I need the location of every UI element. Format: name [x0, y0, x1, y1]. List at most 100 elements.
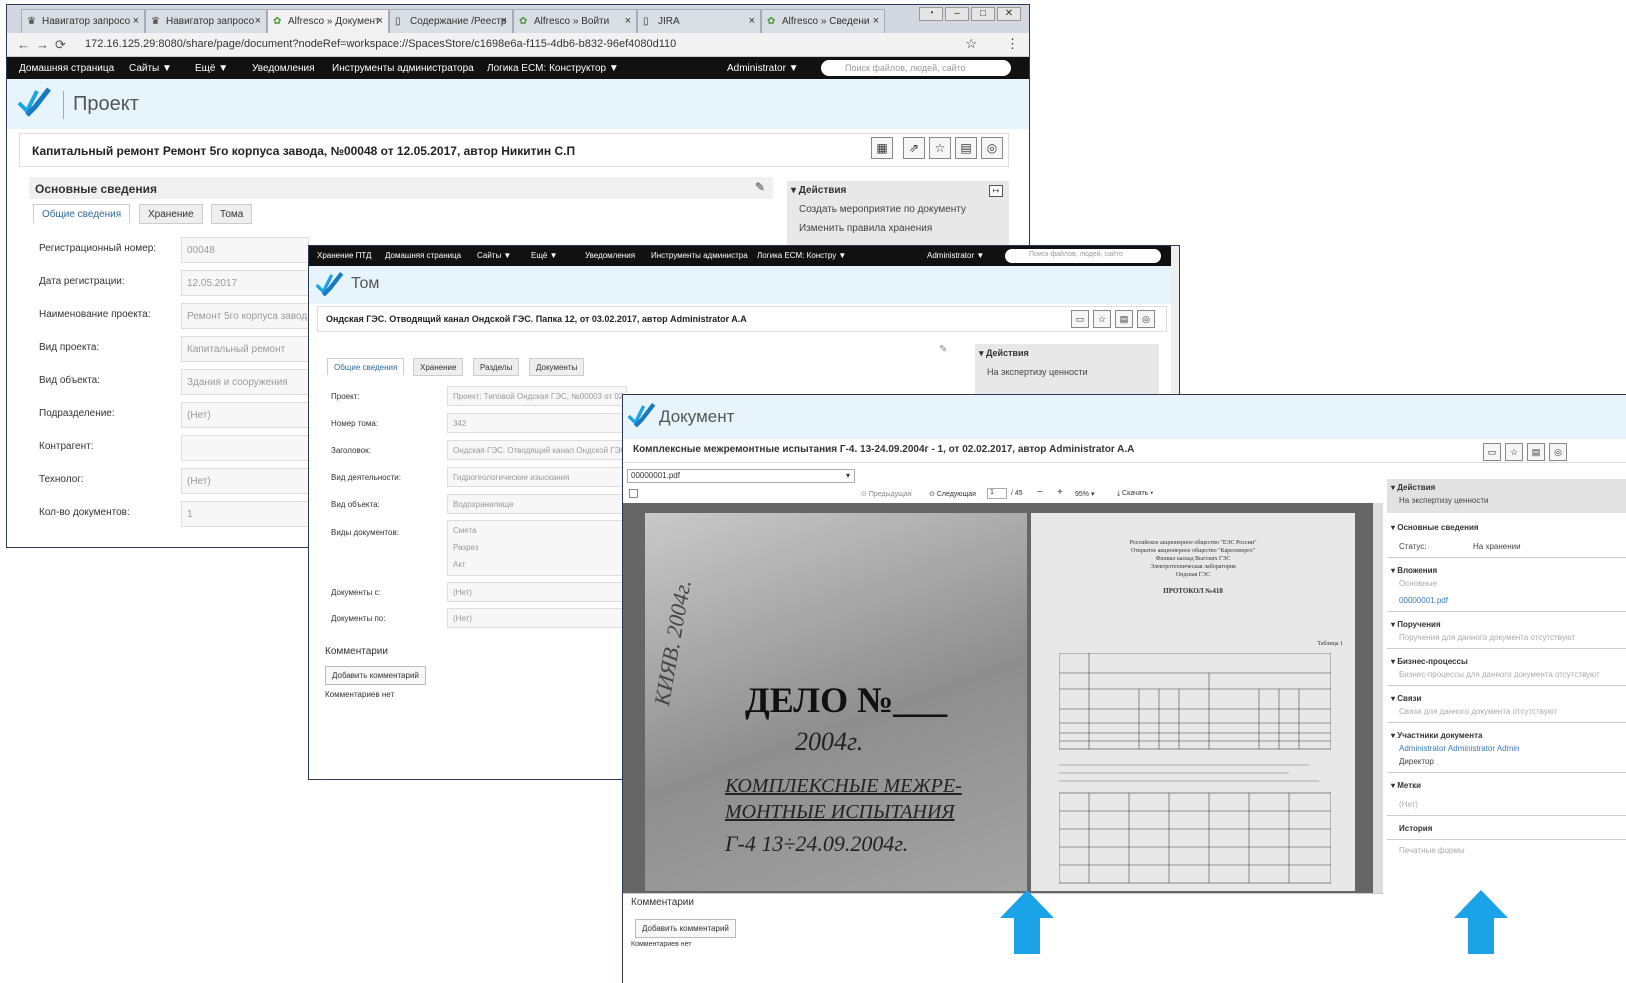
tab-sections[interactable]: Разделы	[473, 358, 520, 376]
tab-general[interactable]: Общие сведения	[33, 204, 131, 224]
add-comment-button[interactable]: Добавить комментарий	[325, 666, 426, 685]
add-comment-button[interactable]: Добавить комментарий	[635, 919, 736, 938]
field-value[interactable]: 12.05.2017	[181, 270, 309, 296]
close-icon[interactable]: ×	[377, 15, 383, 27]
zoom-select[interactable]: 95% ▾	[1075, 490, 1094, 498]
minimize-icon[interactable]: –	[945, 7, 969, 21]
history-header[interactable]: История	[1387, 820, 1626, 835]
pdf-viewer[interactable]: ДЕЛО №___ 2004г. КОМПЛЕКСНЫЕ МЕЖРЕ- МОНТ…	[623, 503, 1383, 893]
participants-header[interactable]: ▾ Участники документа	[1387, 727, 1626, 742]
search-input[interactable]: Поиск файлов, людей, сайто	[1005, 249, 1161, 263]
nav-home[interactable]: Домашняя страница	[385, 251, 461, 260]
links-header[interactable]: ▾ Связи	[1387, 690, 1626, 705]
field-value[interactable]: (Нет)	[447, 608, 627, 628]
layout-icon[interactable]: ▦	[871, 137, 893, 159]
favorite-icon[interactable]: ☆	[1505, 443, 1523, 461]
field-value[interactable]: Водохранилище	[447, 494, 627, 514]
print-forms[interactable]: Печатные формы	[1387, 844, 1626, 857]
nav-storage-ptd[interactable]: Хранение ПТД	[317, 251, 371, 260]
tab-storage[interactable]: Хранение	[413, 358, 464, 376]
browser-tab[interactable]: ▯ JIRA ×	[637, 9, 761, 33]
maximize-icon[interactable]: □	[971, 7, 995, 21]
nav-notifications[interactable]: Уведомления	[252, 63, 315, 74]
document-icon[interactable]: ▤	[955, 137, 977, 159]
close-icon[interactable]: ×	[501, 15, 507, 27]
field-value[interactable]: 1	[181, 501, 309, 527]
layout-icon[interactable]: ▭	[1071, 310, 1089, 328]
browser-tab[interactable]: ✿ Alfresco » Войти ×	[513, 9, 637, 33]
document-icon[interactable]: ▤	[1115, 310, 1133, 328]
field-value[interactable]: Здания и сооружения	[181, 369, 309, 395]
prev-page-button[interactable]: ⊙ Предыдущая	[861, 490, 912, 498]
tab-volumes[interactable]: Тома	[211, 204, 253, 224]
download-button[interactable]: ⤓ Скачать ▾	[1117, 490, 1153, 498]
tags-header[interactable]: ▾ Метки	[1387, 777, 1626, 792]
nav-more[interactable]: Ещё ▼	[531, 251, 558, 260]
action-expertise[interactable]: На экспертизу ценности	[975, 363, 1159, 381]
pencil-icon[interactable]: ✎	[755, 180, 765, 194]
zoom-out-icon[interactable]: −	[1037, 487, 1043, 498]
field-value[interactable]: Ондская ГЭС. Отводящий канал Ондской ГЭС	[447, 440, 627, 460]
close-icon[interactable]: ×	[873, 15, 879, 27]
star-icon[interactable]: ☆	[965, 36, 977, 52]
tab-general[interactable]: Общие сведения	[327, 358, 405, 376]
user-menu[interactable]: Administrator ▼	[927, 251, 984, 260]
user-icon[interactable]: ◔	[919, 7, 943, 21]
collapse-icon[interactable]: ↦	[989, 185, 1003, 197]
browser-tab[interactable]: ▯ Содержание /Реестр ×	[389, 9, 513, 33]
info-header[interactable]: ▾ Основные сведения	[1387, 519, 1626, 534]
action-expertise[interactable]: На экспертизу ценности	[1387, 494, 1626, 507]
nav-sites[interactable]: Сайты ▼	[477, 251, 511, 260]
close-icon[interactable]: ×	[625, 15, 631, 27]
user-menu[interactable]: Administrator ▼	[727, 63, 799, 74]
tasks-header[interactable]: ▾ Поручения	[1387, 616, 1626, 631]
tab-storage[interactable]: Хранение	[139, 204, 203, 224]
nav-arrows-icon[interactable]: ←→⟳	[17, 37, 72, 53]
field-value[interactable]: Проект: Типовой Ондская ГЭС, №00003 от 0…	[447, 386, 627, 406]
next-page-button[interactable]: ⊙ Следующая	[929, 490, 976, 498]
field-value[interactable]: Гидрогеологические изыскания	[447, 467, 627, 487]
field-value[interactable]	[181, 435, 309, 461]
nav-ecm-constructor[interactable]: Логика ECM: Конструктор ▼	[487, 63, 619, 74]
share-icon[interactable]: ⇗	[903, 137, 925, 159]
attachments-header[interactable]: ▾ Вложения	[1387, 562, 1626, 577]
sidebar-toggle-icon[interactable]	[629, 489, 638, 498]
field-value[interactable]: Капитальный ремонт	[181, 336, 309, 362]
attachment-link[interactable]: 00000001.pdf	[1387, 590, 1626, 607]
nav-admin-tools[interactable]: Инструменты администратора	[332, 63, 474, 74]
close-icon[interactable]: ×	[133, 15, 139, 27]
pencil-icon[interactable]: ✎	[939, 344, 947, 355]
nav-more[interactable]: Ещё ▼	[195, 63, 228, 74]
participant-link[interactable]: Administrator Administrator Admin	[1387, 742, 1626, 755]
close-icon[interactable]: ×	[749, 15, 755, 27]
layout-icon[interactable]: ▭	[1483, 443, 1501, 461]
bp-header[interactable]: ▾ Бизнес-процессы	[1387, 653, 1626, 668]
nav-admin-tools[interactable]: Инструменты администра	[651, 251, 748, 260]
action-create-event[interactable]: Создать мероприятие по документу	[787, 200, 1009, 219]
close-window-icon[interactable]: ✕	[997, 7, 1021, 21]
browser-tab[interactable]: ♛ Навигатор запросо ×	[21, 9, 145, 33]
actions-header[interactable]: ▾ Действия	[1387, 479, 1626, 494]
subscribe-icon[interactable]: ◎	[981, 137, 1003, 159]
field-value[interactable]: 00048	[181, 237, 309, 263]
scrollbar[interactable]	[1373, 503, 1383, 893]
url-field[interactable]: 172.16.125.29:8080/share/page/document?n…	[85, 38, 676, 50]
field-value[interactable]: (Нет)	[181, 468, 309, 494]
field-value[interactable]: Ремонт 5го корпуса завода	[181, 303, 309, 329]
field-value[interactable]: (Нет)	[447, 582, 627, 602]
page-input[interactable]: 1	[987, 488, 1007, 499]
tab-documents[interactable]: Документы	[529, 358, 585, 376]
field-value[interactable]: 342	[447, 413, 627, 433]
browser-tab[interactable]: ♛ Навигатор запросо ×	[145, 9, 267, 33]
close-icon[interactable]: ×	[255, 15, 261, 27]
subscribe-icon[interactable]: ◎	[1137, 310, 1155, 328]
field-value[interactable]: (Нет)	[181, 402, 309, 428]
nav-notifications[interactable]: Уведомления	[585, 251, 635, 260]
nav-home[interactable]: Домашняя страница	[19, 63, 114, 74]
browser-tab[interactable]: ✿ Alfresco » Сведени ×	[761, 9, 885, 33]
action-change-storage[interactable]: Изменить правила хранения	[787, 219, 1009, 238]
zoom-in-icon[interactable]: +	[1057, 487, 1063, 498]
file-select[interactable]: 00000001.pdf ▾	[627, 469, 855, 483]
subscribe-icon[interactable]: ◎	[1549, 443, 1567, 461]
document-icon[interactable]: ▤	[1527, 443, 1545, 461]
